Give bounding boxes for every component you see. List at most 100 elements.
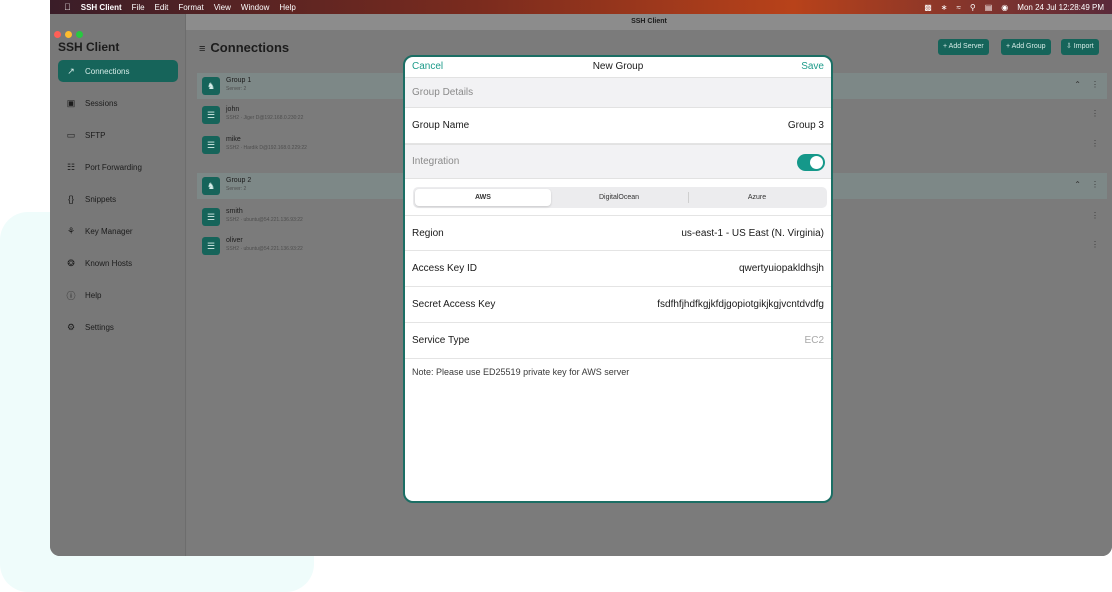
- access-key-label: Access Key ID: [412, 263, 478, 274]
- server-name: smith: [226, 208, 243, 215]
- help-icon: ⓘ: [66, 290, 76, 301]
- save-button[interactable]: Save: [801, 61, 824, 72]
- service-type-label: Service Type: [412, 335, 470, 346]
- sidebar-item-port-forwarding[interactable]: ☷ Port Forwarding: [58, 156, 178, 178]
- sidebar-item-key-manager[interactable]: ⚘ Key Manager: [58, 220, 178, 242]
- screen-icon[interactable]: ▩: [924, 3, 932, 12]
- group-server-count: Server: 2: [226, 186, 247, 192]
- apple-icon[interactable]: : [64, 2, 71, 12]
- page-title-text: Connections: [210, 40, 290, 55]
- chevron-up-icon[interactable]: ⌃: [1074, 80, 1081, 89]
- sidebar-item-label: Settings: [85, 322, 114, 332]
- sidebar-item-label: Help: [85, 290, 102, 300]
- region-value[interactable]: us-east-1 - US East (N. Virginia): [681, 228, 824, 239]
- sidebar-title: SSH Client: [58, 40, 120, 54]
- sidebar-item-known-hosts[interactable]: ❂ Known Hosts: [58, 252, 178, 274]
- known-hosts-icon: ❂: [67, 257, 75, 268]
- braces-icon: {}: [67, 194, 74, 204]
- provider-segmented-control: AWS DigitalOcean Azure: [413, 187, 827, 208]
- more-icon[interactable]: ⋮: [1091, 80, 1099, 89]
- menubar-clock[interactable]: Mon 24 Jul 12:28:49 PM: [1017, 3, 1104, 12]
- new-group-dialog: Cancel New Group Save Group Details Grou…: [403, 55, 833, 503]
- add-server-button[interactable]: + Add Server: [938, 39, 989, 55]
- group-server-count: Server: 2: [226, 86, 247, 92]
- sidebar: SSH Client ↗ Connections ▣ Sessions ▭ SF…: [50, 14, 186, 556]
- tab-digitalocean[interactable]: DigitalOcean: [551, 189, 687, 206]
- sidebar-item-connections[interactable]: ↗ Connections: [58, 60, 178, 82]
- server-detail: SSH2 · Hardik D@192.168.0.229:22: [226, 145, 307, 151]
- access-key-value[interactable]: qwertyuiopakldhsjh: [739, 263, 824, 274]
- sidebar-item-help[interactable]: ⓘ Help: [58, 284, 178, 306]
- sidebar-item-label: Port Forwarding: [85, 162, 142, 172]
- server-name: mike: [226, 136, 241, 143]
- key-icon: ⚘: [66, 225, 76, 236]
- group-name: Group 2: [226, 177, 252, 184]
- group-icon: ♞: [202, 177, 220, 195]
- secret-key-value[interactable]: fsdfhfjhdfkgjkfdjgopiotgikjkgjvcntdvdfg: [657, 299, 824, 310]
- more-icon[interactable]: ⋮: [1091, 180, 1099, 189]
- menu-file[interactable]: File: [132, 3, 145, 12]
- menu-edit[interactable]: Edit: [155, 3, 169, 12]
- tab-aws[interactable]: AWS: [415, 189, 551, 206]
- sidebar-item-label: Known Hosts: [85, 258, 133, 268]
- server-name: john: [226, 106, 240, 113]
- add-group-button[interactable]: + Add Group: [1001, 39, 1051, 55]
- section-label: Group Details: [412, 87, 474, 98]
- minimize-window-button[interactable]: [65, 31, 72, 38]
- menu-help[interactable]: Help: [279, 3, 295, 12]
- folder-icon: ▭: [66, 129, 76, 140]
- more-icon[interactable]: ⋮: [1091, 109, 1099, 118]
- group-name-value[interactable]: Group 3: [788, 120, 824, 131]
- sidebar-item-sftp[interactable]: ▭ SFTP: [58, 124, 178, 146]
- bluetooth-icon[interactable]: ∗: [941, 3, 948, 12]
- sidebar-item-label: Snippets: [85, 194, 117, 204]
- server-icon: ☰: [202, 237, 220, 255]
- secret-key-field[interactable]: Secret Access Key fsdfhfjhdfkgjkfdjgopio…: [405, 287, 831, 323]
- integration-toggle[interactable]: [797, 154, 825, 171]
- sidebar-item-settings[interactable]: ⚙ Settings: [58, 316, 178, 338]
- group-icon: ♞: [202, 77, 220, 95]
- group-name-field[interactable]: Group Name Group 3: [405, 108, 831, 144]
- zoom-window-button[interactable]: [76, 31, 83, 38]
- wifi-icon[interactable]: ≈: [956, 3, 960, 12]
- server-detail: SSH2 · Jiger D@192.168.0.230:22: [226, 115, 304, 121]
- toggle-knob: [810, 156, 823, 169]
- menu-icon[interactable]: ≡: [199, 43, 205, 55]
- server-detail: SSH2 · ubuntu@54.221.136.93:22: [226, 246, 303, 252]
- tab-azure[interactable]: Azure: [689, 189, 825, 206]
- server-icon: ☰: [202, 136, 220, 154]
- sidebar-item-label: Key Manager: [85, 226, 133, 236]
- menu-app-name[interactable]: SSH Client: [81, 3, 122, 12]
- control-center-icon[interactable]: ▤: [985, 3, 993, 12]
- dialog-title: New Group: [592, 61, 644, 72]
- service-type-value[interactable]: EC2: [805, 335, 824, 346]
- menu-format[interactable]: Format: [178, 3, 203, 12]
- more-icon[interactable]: ⋮: [1091, 211, 1099, 220]
- connections-icon: ↗: [67, 65, 75, 76]
- secret-key-label: Secret Access Key: [412, 299, 496, 310]
- window-title: SSH Client: [186, 14, 1112, 30]
- dialog-header: Cancel New Group Save: [405, 57, 831, 77]
- aws-key-note: Note: Please use ED25519 private key for…: [412, 367, 630, 377]
- more-icon[interactable]: ⋮: [1091, 139, 1099, 148]
- import-button[interactable]: ⇩ Import: [1061, 39, 1099, 55]
- sidebar-item-snippets[interactable]: {} Snippets: [58, 188, 178, 210]
- sessions-icon: ▣: [66, 97, 76, 108]
- access-key-field[interactable]: Access Key ID qwertyuiopakldhsjh: [405, 251, 831, 287]
- service-type-field[interactable]: Service Type EC2: [405, 323, 831, 359]
- region-field[interactable]: Region us-east-1 - US East (N. Virginia): [405, 215, 831, 251]
- group-name: Group 1: [226, 77, 252, 84]
- search-icon[interactable]: ⚲: [970, 3, 976, 12]
- more-icon[interactable]: ⋮: [1091, 240, 1099, 249]
- menu-window[interactable]: Window: [241, 3, 269, 12]
- sidebar-item-label: SFTP: [85, 130, 106, 140]
- section-group-details: Group Details: [405, 77, 831, 108]
- siri-icon[interactable]: ◉: [1001, 3, 1008, 12]
- menu-view[interactable]: View: [214, 3, 231, 12]
- close-window-button[interactable]: [54, 31, 61, 38]
- sidebar-item-sessions[interactable]: ▣ Sessions: [58, 92, 178, 114]
- page-title: ≡ Connections: [199, 40, 289, 55]
- section-integration: Integration: [405, 144, 831, 179]
- window-controls: [54, 31, 83, 38]
- chevron-up-icon[interactable]: ⌃: [1074, 180, 1081, 189]
